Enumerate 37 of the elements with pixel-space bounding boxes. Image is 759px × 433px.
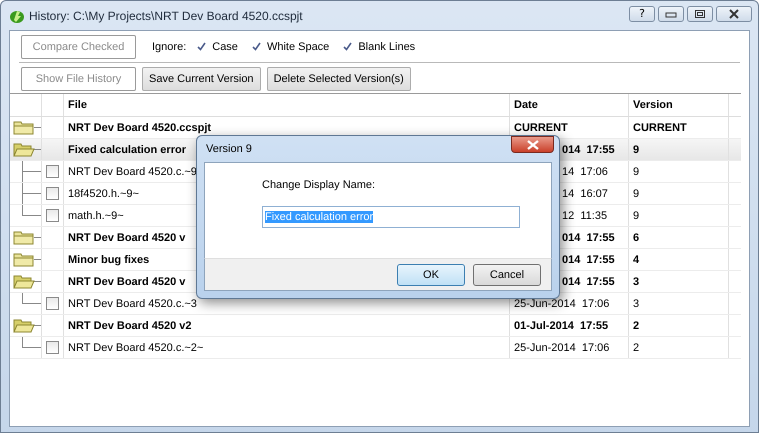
version-name: NRT Dev Board 4520 v — [68, 232, 186, 244]
field-label: Change Display Name: — [262, 179, 376, 191]
version-number: 2 — [633, 342, 640, 354]
date-text: 14 17:06 — [562, 166, 608, 178]
ignore-label: Ignore: — [152, 40, 186, 52]
version-name: Minor bug fixes — [68, 254, 150, 266]
version-number: 9 — [633, 188, 640, 200]
version-number: 6 — [633, 232, 640, 244]
version-number: 3 — [633, 276, 640, 288]
version-name: Fixed calculation error — [68, 144, 186, 156]
date-text: 014 17:55 — [562, 254, 615, 266]
date-text: 014 17:55 — [562, 276, 615, 288]
file-name: 18f4520.h.~9~ — [68, 188, 139, 200]
date-text: 25-Jun-2014 17:06 — [514, 298, 610, 310]
version-number: 9 — [633, 144, 640, 156]
version-number: 4 — [633, 254, 640, 266]
version-number: 3 — [633, 298, 640, 310]
date-text: 12 11:35 — [562, 210, 608, 222]
version-number: 9 — [633, 166, 640, 178]
date-text: 014 17:55 — [562, 144, 615, 156]
date-text: 014 17:55 — [562, 232, 615, 244]
version-name: NRT Dev Board 4520.ccspjt — [68, 122, 212, 134]
version-number: 9 — [633, 210, 640, 222]
version-name: NRT Dev Board 4520 v2 — [68, 320, 192, 332]
date-text: CURRENT — [514, 122, 568, 134]
date-text: 25-Jun-2014 17:06 — [514, 342, 610, 354]
version-name: NRT Dev Board 4520 v — [68, 276, 186, 288]
date-text: 01-Jul-2014 17:55 — [514, 320, 608, 332]
file-name: math.h.~9~ — [68, 210, 124, 222]
file-name: NRT Dev Board 4520.c.~2~ — [68, 342, 204, 354]
version-number: 2 — [633, 320, 640, 332]
window-title: History: C:\My Projects\NRT Dev Board 4520.ccspjt — [29, 8, 303, 22]
dialog-title: Version 9 — [206, 143, 252, 155]
file-name: NRT Dev Board 4520.c.~3 — [68, 298, 197, 310]
date-text: 14 16:07 — [562, 188, 608, 200]
version-number: CURRENT — [633, 122, 687, 134]
file-name: NRT Dev Board 4520.c.~9 — [68, 166, 197, 178]
